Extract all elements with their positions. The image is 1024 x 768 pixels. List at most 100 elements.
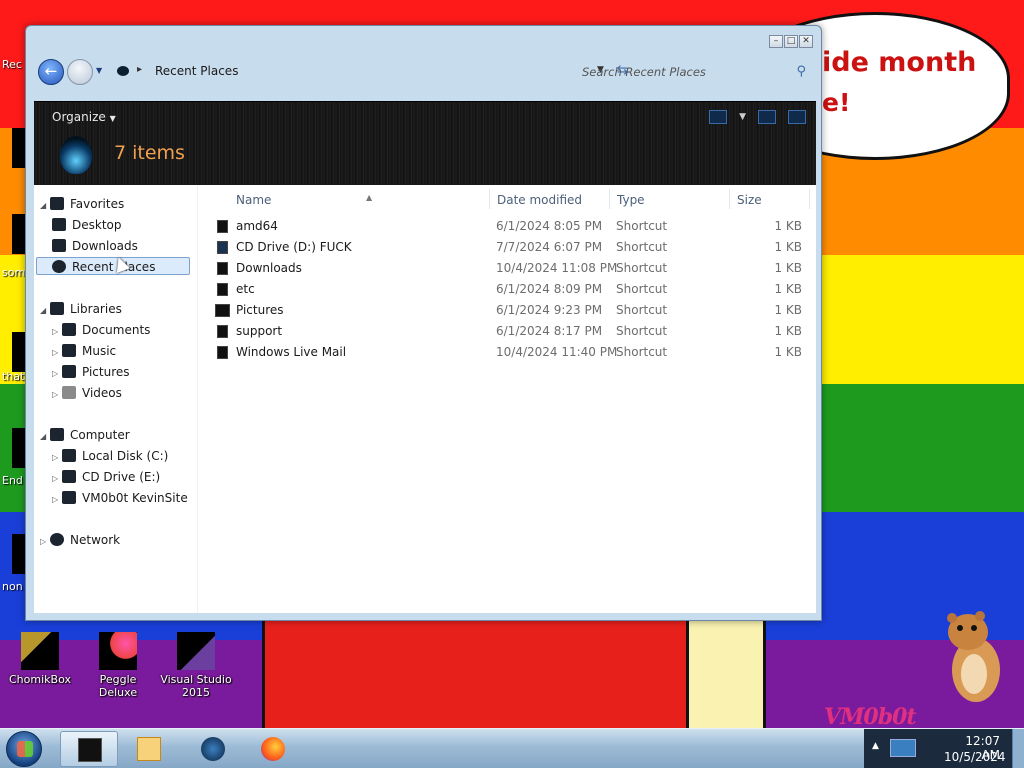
- column-header-type[interactable]: Type: [617, 189, 645, 211]
- nav-downloads[interactable]: Downloads: [52, 237, 138, 255]
- shortcut-icon: [217, 220, 228, 233]
- recent-pages-dropdown[interactable]: ▼: [96, 66, 102, 75]
- speech-bubble-text-2: e!: [822, 88, 851, 117]
- desktop-icon-peggle[interactable]: Peggle Deluxe: [80, 632, 156, 699]
- file-row[interactable]: CD Drive (D:) FUCK 7/7/2024 6:07 PM Shor…: [204, 237, 816, 258]
- nav-network[interactable]: ▷ Network: [40, 531, 120, 549]
- maximize-button[interactable]: □: [784, 35, 798, 48]
- column-divider[interactable]: [609, 189, 610, 209]
- column-label: Type: [617, 193, 645, 207]
- desktop-icon-chomikbox[interactable]: ChomikBox: [6, 632, 74, 686]
- speech-bubble-text: ide month: [822, 47, 977, 78]
- show-hidden-icons-icon[interactable]: ▲: [872, 741, 879, 751]
- desktop-icon-label: Visual Studio 2015: [160, 673, 232, 699]
- desktop-icon[interactable]: [12, 214, 26, 254]
- file-row[interactable]: amd64 6/1/2024 8:05 PM Shortcut 1 KB: [204, 216, 816, 237]
- expand-arrow-icon[interactable]: ▷: [52, 365, 62, 383]
- nav-videos[interactable]: ▷ Videos: [52, 384, 122, 402]
- clock-date[interactable]: 10/5/2024: [944, 750, 1006, 764]
- nav-label: VM0b0t KevinSite: [82, 491, 188, 505]
- collapse-arrow-icon[interactable]: ◢: [40, 428, 50, 446]
- nav-label: Pictures: [82, 365, 130, 379]
- taskbar-media-player-button[interactable]: [120, 731, 178, 767]
- organize-label: Organize: [52, 110, 106, 124]
- breadcrumb-separator[interactable]: ▸: [137, 64, 142, 75]
- wallpaper-drawing-yellow: [686, 620, 766, 732]
- back-button[interactable]: ←: [38, 59, 64, 85]
- column-header-size[interactable]: Size: [737, 189, 762, 211]
- file-size: 1 KB: [774, 324, 802, 338]
- nav-documents[interactable]: ▷ Documents: [52, 321, 150, 339]
- minimize-button[interactable]: –: [769, 35, 783, 48]
- search-placeholder: Search Recent Places: [582, 65, 706, 79]
- expand-arrow-icon[interactable]: ▷: [40, 533, 50, 551]
- address-field[interactable]: ▸ Recent Places ▼ ⇆: [109, 60, 628, 84]
- nav-favorites[interactable]: ◢ Favorites: [40, 195, 124, 213]
- forward-button[interactable]: [67, 59, 93, 85]
- drive-icon: [62, 449, 76, 462]
- column-divider[interactable]: [729, 189, 730, 209]
- column-divider[interactable]: [809, 189, 810, 209]
- nav-pictures[interactable]: ▷ Pictures: [52, 363, 130, 381]
- taskbar-firefox-button[interactable]: [244, 731, 302, 767]
- expand-arrow-icon[interactable]: ▷: [52, 470, 62, 488]
- file-row[interactable]: Pictures 6/1/2024 9:23 PM Shortcut 1 KB: [204, 300, 816, 321]
- taskbar: ▲ 12:07 AM 10/5/2024: [0, 728, 1024, 768]
- nav-label: Desktop: [72, 218, 122, 232]
- close-button[interactable]: ✕: [799, 35, 813, 48]
- file-date: 6/1/2024 9:23 PM: [496, 303, 603, 317]
- shortcut-icon: [217, 262, 228, 275]
- nav-cd-drive[interactable]: ▷ CD Drive (E:): [52, 468, 160, 486]
- file-name: CD Drive (D:) FUCK: [236, 240, 352, 254]
- desktop-icon[interactable]: [12, 534, 26, 574]
- taskbar-explorer-button[interactable]: [60, 731, 118, 767]
- help-icon[interactable]: [788, 110, 806, 124]
- file-row[interactable]: Windows Live Mail 10/4/2024 11:40 PM Sho…: [204, 342, 816, 363]
- expand-arrow-icon[interactable]: ▷: [52, 449, 62, 467]
- file-name: Downloads: [236, 261, 302, 275]
- nav-computer[interactable]: ◢ Computer: [40, 426, 130, 444]
- file-row[interactable]: support 6/1/2024 8:17 PM Shortcut 1 KB: [204, 321, 816, 342]
- file-size: 1 KB: [774, 240, 802, 254]
- expand-arrow-icon[interactable]: ▷: [52, 386, 62, 404]
- network-tray-icon[interactable]: [890, 739, 916, 757]
- nav-network-share[interactable]: ▷ VM0b0t KevinSite: [52, 489, 188, 507]
- start-button[interactable]: [6, 731, 42, 767]
- file-type: Shortcut: [616, 303, 668, 317]
- search-input[interactable]: Search Recent Places ⚲: [574, 60, 812, 84]
- preview-pane-icon[interactable]: [758, 110, 776, 124]
- column-divider[interactable]: [489, 189, 490, 209]
- desktop-icon[interactable]: [12, 428, 26, 468]
- expand-arrow-icon[interactable]: ▷: [52, 344, 62, 362]
- desktop-icon[interactable]: [12, 128, 26, 168]
- change-view-icon[interactable]: [709, 110, 728, 124]
- desktop-icon-label[interactable]: Rec: [2, 58, 22, 71]
- taskbar-globe-button[interactable]: [184, 731, 242, 767]
- nav-libraries[interactable]: ◢ Libraries: [40, 300, 122, 318]
- organize-button[interactable]: Organize ▼: [52, 110, 116, 124]
- column-header-name[interactable]: Name ▲: [236, 189, 372, 211]
- column-header-date[interactable]: Date modified: [497, 189, 582, 211]
- view-options-dropdown-icon[interactable]: ▼: [739, 112, 746, 122]
- expand-arrow-icon[interactable]: ▷: [52, 323, 62, 341]
- show-desktop-button[interactable]: [1012, 729, 1024, 768]
- breadcrumb-location[interactable]: Recent Places: [155, 64, 238, 78]
- file-size: 1 KB: [774, 219, 802, 233]
- expand-arrow-icon[interactable]: ▷: [52, 491, 62, 509]
- collapse-arrow-icon[interactable]: ◢: [40, 197, 50, 215]
- cd-drive-icon: [62, 470, 76, 483]
- desktop-icon-visual-studio[interactable]: Visual Studio 2015: [158, 632, 234, 699]
- desktop-icon-label[interactable]: End: [2, 474, 23, 487]
- sort-ascending-icon: ▲: [366, 193, 373, 202]
- nav-local-disk[interactable]: ▷ Local Disk (C:): [52, 447, 168, 465]
- desktop-icon-label[interactable]: that: [2, 370, 24, 383]
- file-row[interactable]: Downloads 10/4/2024 11:08 PM Shortcut 1 …: [204, 258, 816, 279]
- file-row[interactable]: etc 6/1/2024 8:09 PM Shortcut 1 KB: [204, 279, 816, 300]
- shortcut-icon: [217, 283, 228, 296]
- nav-desktop[interactable]: Desktop: [52, 216, 122, 234]
- search-icon[interactable]: ⚲: [796, 64, 806, 79]
- collapse-arrow-icon[interactable]: ◢: [40, 302, 50, 320]
- desktop-icon[interactable]: [12, 332, 26, 372]
- nav-music[interactable]: ▷ Music: [52, 342, 116, 360]
- computer-icon: [50, 428, 64, 441]
